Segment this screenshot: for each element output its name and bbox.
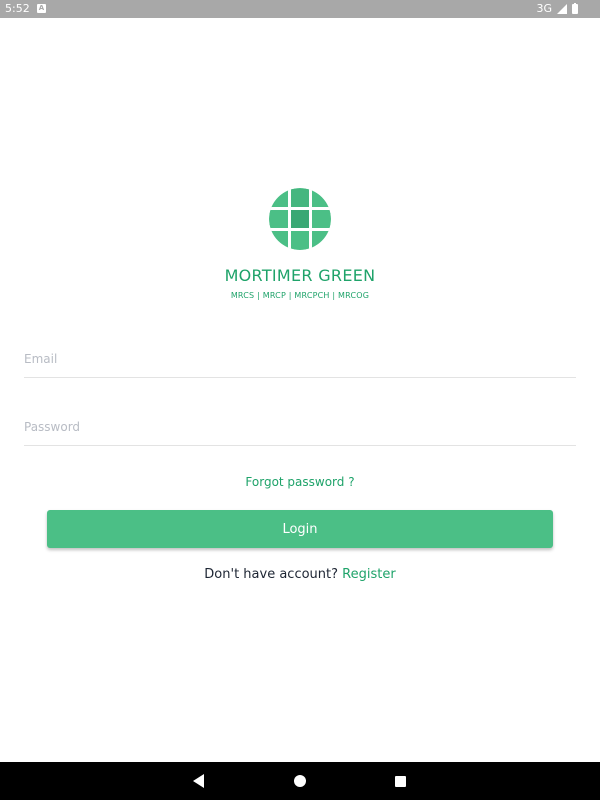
globe-grid-logo (269, 188, 331, 250)
network-type: 3G (536, 2, 552, 15)
status-bar: 5:52 A 3G (0, 0, 600, 18)
brand-tagline: MRCS | MRCP | MRCPCH | MRCOG (230, 291, 370, 300)
a-notification-icon: A (37, 4, 46, 13)
navigation-bar (0, 762, 600, 800)
brand-name: MORTIMER GREEN (224, 266, 376, 285)
password-field[interactable] (24, 409, 576, 445)
email-field[interactable] (24, 341, 576, 377)
signal-icon (557, 4, 567, 14)
password-field-container (24, 409, 576, 446)
register-row: Don't have account? Register (0, 567, 600, 582)
forgot-password-link[interactable]: Forgot password ? (0, 475, 600, 489)
login-button[interactable]: Login (47, 510, 553, 548)
battery-icon (572, 3, 578, 14)
email-field-container (24, 341, 576, 378)
register-link[interactable]: Register (342, 567, 396, 582)
home-circle-icon[interactable] (294, 775, 306, 787)
back-triangle-icon[interactable] (193, 774, 204, 788)
status-time: 5:52 (5, 2, 30, 15)
no-account-text: Don't have account? (204, 567, 339, 582)
login-screen: 5:52 A 3G MORTIMER GREEN MRCS | MRCP | M… (0, 0, 600, 800)
recents-square-icon[interactable] (395, 776, 406, 787)
